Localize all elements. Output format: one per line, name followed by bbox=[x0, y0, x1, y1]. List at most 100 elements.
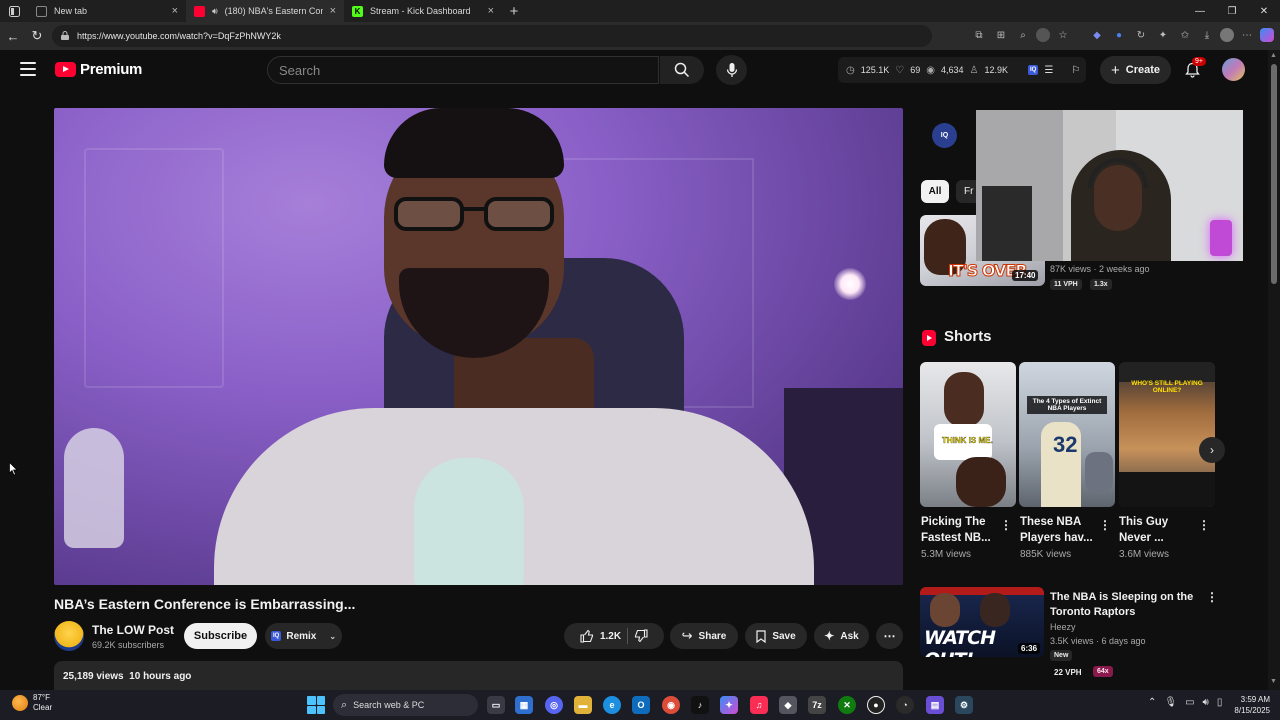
translate-icon[interactable]: ⧉ bbox=[970, 25, 988, 45]
windows-start-icon[interactable] bbox=[307, 696, 325, 714]
voice-search-button[interactable] bbox=[716, 55, 747, 85]
youtube-premium-logo[interactable]: Premium bbox=[55, 61, 142, 78]
more-icon[interactable]: ⋮ bbox=[1000, 518, 1012, 532]
ask-button[interactable]: ✦ Ask bbox=[814, 623, 869, 649]
share-button[interactable]: ↪ Share bbox=[670, 623, 738, 649]
shorts-next-button[interactable]: › bbox=[1199, 437, 1225, 463]
video-player[interactable] bbox=[54, 108, 903, 585]
task-view-icon[interactable]: ▭ bbox=[487, 696, 505, 714]
restore-icon[interactable]: ❐ bbox=[1216, 0, 1248, 22]
weather-widget[interactable]: 87°F Clear bbox=[12, 693, 52, 713]
refresh-icon[interactable]: ↻ bbox=[26, 25, 48, 47]
battery-icon[interactable]: ▯ bbox=[1217, 697, 1223, 708]
favorite-star-icon[interactable]: ☆ bbox=[1054, 25, 1072, 45]
app-icon[interactable]: ▤ bbox=[926, 696, 944, 714]
app-icon[interactable]: ◆ bbox=[779, 696, 797, 714]
short-thumbnail[interactable]: WHO'S STILL PLAYING ONLINE? bbox=[1119, 362, 1215, 507]
discord-icon[interactable]: ◎ bbox=[545, 696, 563, 714]
thumbnail-detail bbox=[930, 593, 960, 627]
search-input[interactable]: Search bbox=[267, 56, 659, 84]
7zip-icon[interactable]: 7z bbox=[808, 696, 826, 714]
close-tab-icon[interactable]: × bbox=[488, 5, 494, 17]
extensions-icon[interactable]: ✦ bbox=[1154, 25, 1172, 45]
short-thumbnail[interactable]: The 4 Types of Extinct NBA Players 32 bbox=[1019, 362, 1115, 507]
outlook-icon[interactable]: O bbox=[632, 696, 650, 714]
recommended-video-title[interactable]: The NBA is Sleeping on the Toronto Rapto… bbox=[1050, 590, 1210, 620]
chevron-up-icon[interactable]: ⌃ bbox=[1148, 697, 1156, 708]
favorites-icon[interactable]: ✩ bbox=[1176, 25, 1194, 45]
scrollbar-thumb[interactable] bbox=[1271, 64, 1277, 284]
more-icon[interactable]: ⋮ bbox=[1099, 518, 1111, 532]
save-button[interactable]: Save bbox=[745, 623, 807, 649]
thumbs-down-icon[interactable] bbox=[634, 629, 648, 643]
short-title[interactable]: This Guy Never ... bbox=[1119, 514, 1199, 546]
tab-actions-icon[interactable] bbox=[0, 0, 28, 22]
more-actions-button[interactable]: ⋯ bbox=[876, 623, 903, 649]
recommended-video-channel[interactable]: Heezy bbox=[1050, 622, 1076, 632]
short-title[interactable]: These NBA Players hav... bbox=[1020, 514, 1100, 546]
chrome-icon[interactable]: ◉ bbox=[662, 696, 680, 714]
windows-taskbar: 87°F Clear ⌕ Search web & PC ▭ ▦ ◎ ▬ e O… bbox=[0, 690, 1280, 720]
page-scrollbar[interactable]: ▲ ▼ bbox=[1268, 50, 1280, 690]
xbox-icon[interactable]: ✕ bbox=[838, 696, 856, 714]
profile-icon[interactable] bbox=[1220, 28, 1234, 42]
zoom-icon[interactable]: ⌕ bbox=[1014, 25, 1032, 45]
music-icon[interactable]: ♫ bbox=[750, 696, 768, 714]
taskbar-search[interactable]: ⌕ Search web & PC bbox=[333, 694, 478, 716]
short-thumbnail[interactable]: THINK IS ME. bbox=[920, 362, 1016, 507]
extension-icon[interactable]: ● bbox=[1110, 25, 1128, 45]
chip-all[interactable]: All bbox=[921, 180, 949, 203]
search-button[interactable] bbox=[660, 56, 704, 84]
tab-youtube[interactable]: 🔊︎ (180) NBA's Eastern Confere × bbox=[186, 0, 344, 22]
site-info-icon[interactable] bbox=[60, 31, 70, 41]
steam-icon[interactable]: ⚙ bbox=[955, 696, 973, 714]
tab-new-tab[interactable]: New tab × bbox=[28, 0, 186, 22]
like-button[interactable]: 1.2K bbox=[580, 629, 621, 643]
close-tab-icon[interactable]: × bbox=[172, 5, 178, 17]
extension-icon[interactable]: ◆ bbox=[1088, 25, 1106, 45]
list-icon[interactable]: ☰ bbox=[1044, 65, 1053, 76]
minimize-icon[interactable]: — bbox=[1184, 0, 1216, 22]
copilot-icon[interactable] bbox=[1260, 28, 1274, 42]
vidiq-panel-icon[interactable]: IQ bbox=[932, 123, 957, 148]
microphone-icon[interactable]: 🎙︎ bbox=[1164, 697, 1177, 708]
trophy-icon[interactable]: ⚐ bbox=[1071, 65, 1080, 76]
short-title[interactable]: Picking The Fastest NB... bbox=[921, 514, 1001, 546]
channel-avatar[interactable] bbox=[54, 621, 84, 651]
webcam-detail bbox=[982, 186, 1032, 261]
close-window-icon[interactable]: ✕ bbox=[1248, 0, 1280, 22]
edge-icon[interactable]: e bbox=[603, 696, 621, 714]
back-icon[interactable]: ← bbox=[2, 25, 24, 47]
close-tab-icon[interactable]: × bbox=[330, 5, 336, 17]
app-icon[interactable]: ◔ bbox=[896, 696, 914, 714]
volume-icon[interactable]: 🔊︎ bbox=[1203, 697, 1209, 708]
guide-menu-icon[interactable] bbox=[20, 62, 36, 76]
subscribe-button[interactable]: Subscribe bbox=[184, 623, 257, 649]
more-icon[interactable]: ⋮ bbox=[1206, 590, 1218, 604]
taskbar-clock[interactable]: 3:59 AM 8/15/2025 bbox=[1225, 694, 1270, 716]
scroll-down-icon[interactable]: ▼ bbox=[1270, 678, 1277, 685]
create-button[interactable]: + Create bbox=[1100, 56, 1171, 84]
copilot-icon[interactable]: ✦ bbox=[720, 696, 738, 714]
file-explorer-icon[interactable]: ▬ bbox=[574, 696, 592, 714]
more-icon[interactable]: ⋮ bbox=[1198, 518, 1210, 532]
speaker-icon[interactable]: 🔊︎ bbox=[212, 6, 218, 17]
account-avatar[interactable] bbox=[1222, 58, 1245, 81]
tab-kick-dashboard[interactable]: K Stream - Kick Dashboard × bbox=[344, 0, 502, 22]
scroll-up-icon[interactable]: ▲ bbox=[1270, 52, 1277, 59]
tracking-icon[interactable] bbox=[1036, 28, 1050, 42]
url-field[interactable]: https://www.youtube.com/watch?v=DqFzPhNW… bbox=[52, 25, 932, 47]
remix-button[interactable]: IQ Remix ⌄ bbox=[265, 623, 342, 649]
tiktok-icon[interactable]: ♪ bbox=[691, 696, 709, 714]
network-icon[interactable]: ▭ bbox=[1185, 697, 1194, 708]
new-tab-button[interactable]: + bbox=[502, 3, 526, 20]
menu-icon[interactable]: ⋯ bbox=[1238, 25, 1256, 45]
obs-icon[interactable]: ● bbox=[867, 696, 885, 714]
sync-icon[interactable]: ↻ bbox=[1132, 25, 1150, 45]
widgets-icon[interactable]: ▦ bbox=[515, 696, 533, 714]
vidiq-icon[interactable]: IQ bbox=[1028, 65, 1039, 75]
channel-name[interactable]: The LOW Post bbox=[92, 623, 174, 637]
downloads-icon[interactable]: ⤓ bbox=[1198, 25, 1216, 45]
apps-icon[interactable]: ⊞ bbox=[992, 25, 1010, 45]
clock-time: 3:59 AM bbox=[1240, 695, 1270, 704]
